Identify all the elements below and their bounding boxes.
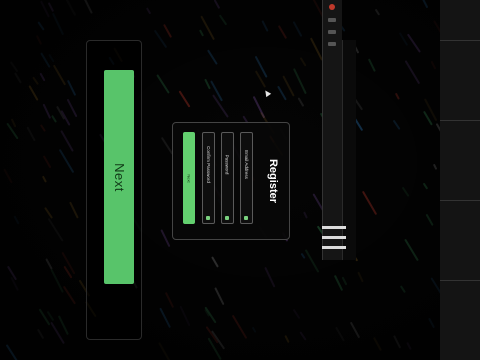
mail-icon [244, 216, 248, 220]
lock-icon [225, 216, 229, 220]
next-button-label: Next [186, 173, 192, 183]
confirm-password-field-label: Confirm Password [205, 146, 211, 183]
next-button[interactable]: Next [183, 132, 195, 224]
toolbar-icon [328, 18, 336, 22]
divider-line [322, 246, 346, 249]
toolbar-icon [328, 42, 336, 46]
right-panel [440, 0, 480, 360]
preview-next-button[interactable]: Next [104, 70, 134, 284]
divider-line [322, 236, 346, 239]
toolbar-icon [328, 30, 336, 34]
record-icon [329, 4, 335, 10]
divider-line [322, 226, 346, 229]
register-title: Register [267, 158, 279, 204]
password-field-label: Password [224, 154, 230, 175]
browser-sidebar-strip [322, 0, 342, 260]
preview-next-label: Next [111, 162, 127, 192]
email-field-label: Email Address [243, 150, 249, 179]
lock-icon [206, 216, 210, 220]
